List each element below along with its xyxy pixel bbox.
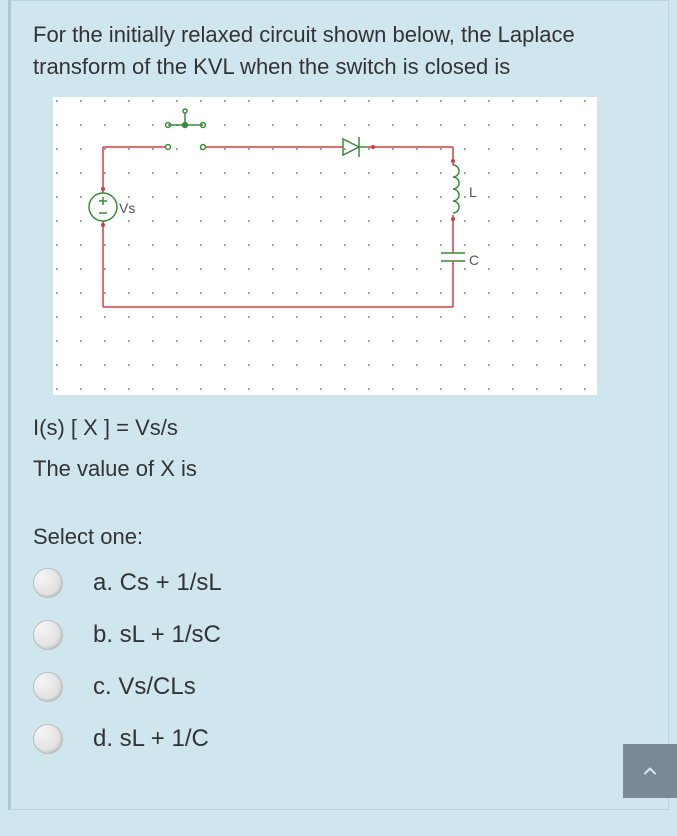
circuit-diagram: Vs L C: [53, 97, 597, 395]
label-vs: Vs: [119, 200, 135, 216]
label-c: C: [469, 252, 479, 268]
option-c-label: c. Vs/CLs: [93, 673, 196, 701]
option-d[interactable]: d. sL + 1/C: [33, 724, 646, 754]
question-card: For the initially relaxed circuit shown …: [8, 0, 669, 810]
option-a[interactable]: a. Cs + 1/sL: [33, 568, 646, 598]
radio-b[interactable]: [33, 620, 63, 650]
label-l: L: [469, 184, 477, 200]
radio-a[interactable]: [33, 568, 63, 598]
equation-line-1: I(s) [ X ] = Vs/s: [33, 413, 646, 444]
select-prompt: Select one:: [33, 524, 646, 550]
option-d-label: d. sL + 1/C: [93, 725, 209, 753]
scroll-to-top-button[interactable]: [623, 744, 677, 798]
equation-line-2: The value of X is: [33, 454, 646, 485]
question-stem: For the initially relaxed circuit shown …: [33, 19, 646, 83]
option-a-label: a. Cs + 1/sL: [93, 569, 222, 597]
option-b[interactable]: b. sL + 1/sC: [33, 620, 646, 650]
option-b-label: b. sL + 1/sC: [93, 621, 221, 649]
chevron-up-icon: [640, 761, 660, 781]
radio-c[interactable]: [33, 672, 63, 702]
radio-d[interactable]: [33, 724, 63, 754]
option-c[interactable]: c. Vs/CLs: [33, 672, 646, 702]
options-list: a. Cs + 1/sL b. sL + 1/sC c. Vs/CLs d. s…: [33, 568, 646, 754]
